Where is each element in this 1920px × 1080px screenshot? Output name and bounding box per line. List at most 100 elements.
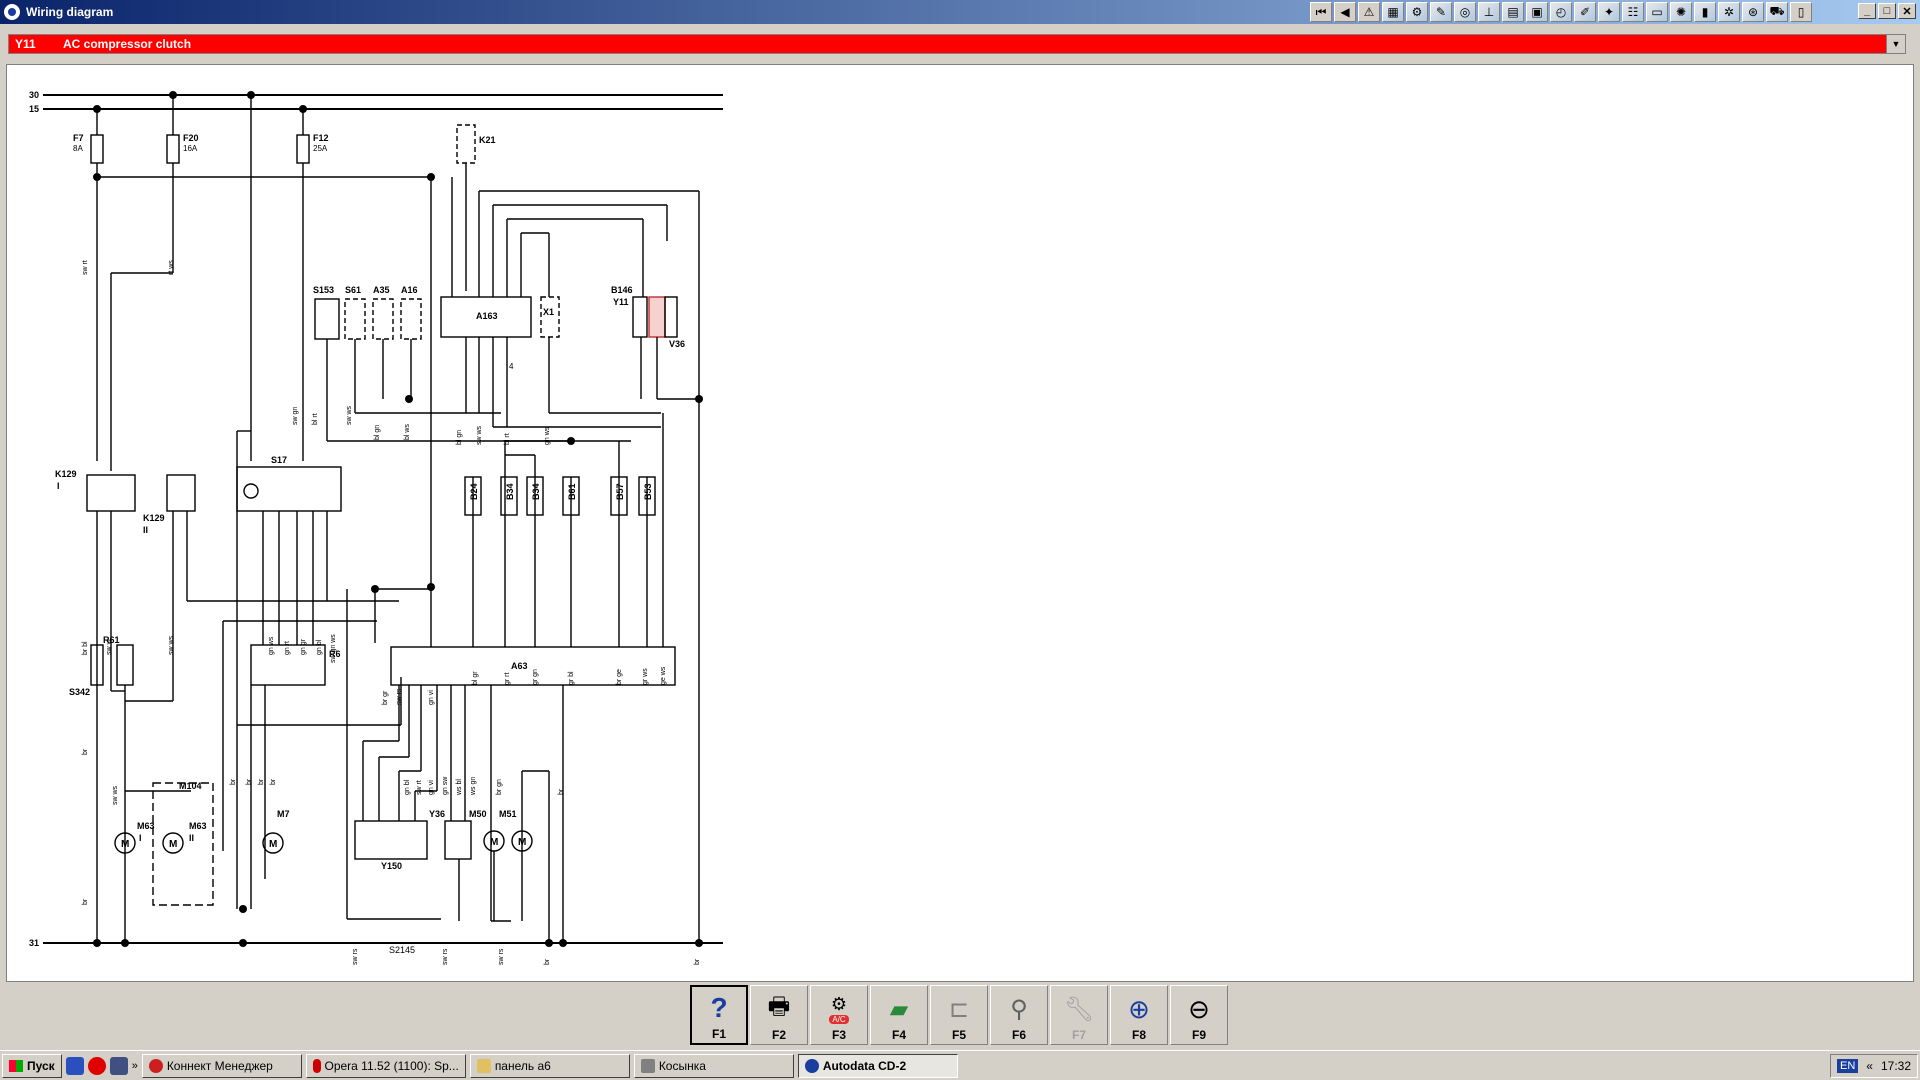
motor-m63-ii-glyph: M bbox=[169, 839, 177, 850]
vehicle-icon[interactable]: ⛟ bbox=[1766, 2, 1788, 22]
wire-label: br bbox=[694, 958, 701, 965]
wire-label: ws gn bbox=[470, 777, 477, 796]
dropdown-arrow-icon[interactable]: ▼ bbox=[1886, 35, 1905, 53]
sensor-labels: B24 B34 B34 B61 B57 B53 bbox=[469, 483, 653, 500]
first-page-icon[interactable]: ⏮ bbox=[1310, 2, 1332, 22]
f6-component-button[interactable]: ⚲ F6 bbox=[990, 985, 1048, 1045]
f4-board-button[interactable]: ▰ F4 bbox=[870, 985, 928, 1045]
valve-block-y150 bbox=[354, 820, 428, 860]
wire-label: br gn bbox=[496, 779, 503, 795]
service-icon[interactable]: ⚙ bbox=[1406, 2, 1428, 22]
windows-logo-icon bbox=[9, 1059, 23, 1072]
help-icon: ? bbox=[710, 992, 728, 1023]
wire-label: sw ws bbox=[112, 785, 119, 805]
start-button[interactable]: Пуск bbox=[2, 1053, 62, 1078]
quicklaunch-desktop-icon[interactable] bbox=[65, 1056, 84, 1075]
fuse-f20-rating: 16A bbox=[183, 144, 198, 153]
back-icon[interactable]: ◀ bbox=[1334, 2, 1356, 22]
valve-y36-label: Y36 bbox=[429, 809, 445, 819]
wire-label: sw ws bbox=[168, 635, 175, 655]
wire-label: gn bl bbox=[404, 779, 411, 795]
note-icon[interactable]: ▯ bbox=[1790, 2, 1812, 22]
fuse-f12 bbox=[296, 134, 310, 164]
rail-30-label: 30 bbox=[29, 90, 39, 100]
wire-label: br bbox=[544, 958, 551, 965]
zoom-out-icon: ⊖ bbox=[1188, 993, 1210, 1024]
wrench-icon: 🔧︎ bbox=[1063, 995, 1095, 1023]
f2-print-button[interactable]: 🖶 F2 bbox=[750, 985, 808, 1045]
component-selector[interactable]: Y11 AC compressor clutch ▼ bbox=[8, 34, 1906, 54]
f1-help-button[interactable]: ? F1 bbox=[690, 985, 748, 1045]
task-folder[interactable]: панель а6 bbox=[469, 1053, 630, 1078]
wire-label: sw vi bbox=[106, 639, 113, 655]
lift-icon[interactable]: ⊥ bbox=[1478, 2, 1500, 22]
clock: 17:32 bbox=[1880, 1059, 1911, 1073]
language-indicator[interactable]: EN bbox=[1837, 1059, 1859, 1073]
cog-icon[interactable]: ✲ bbox=[1718, 2, 1740, 22]
f9-zoom-out-button[interactable]: ⊖ F9 bbox=[1170, 985, 1228, 1045]
sensor-b34-i-label: B34 bbox=[531, 483, 541, 500]
f5-connector-button[interactable]: ⊏ F5 bbox=[930, 985, 988, 1045]
table-icon[interactable]: ☷ bbox=[1622, 2, 1644, 22]
quicklaunch-opera-icon[interactable] bbox=[87, 1056, 106, 1075]
tray-expand-icon[interactable]: « bbox=[1866, 1059, 1873, 1073]
warning-icon[interactable]: ⚠ bbox=[1358, 2, 1380, 22]
close-icon[interactable]: ✕ bbox=[1898, 3, 1916, 19]
wire-label: gn sw bbox=[442, 776, 449, 795]
minimize-icon[interactable]: _ bbox=[1858, 3, 1876, 19]
fuse-f20 bbox=[166, 134, 180, 164]
motor-m51-label: M51 bbox=[499, 809, 517, 819]
engine-icon: ⚙ A/C bbox=[829, 994, 849, 1024]
zoom-in-icon: ⊕ bbox=[1128, 993, 1150, 1024]
sensor-b34-ii-label: B34 bbox=[505, 483, 515, 500]
wire-label: bl rt bbox=[312, 413, 319, 425]
battery-icon[interactable]: ▮ bbox=[1694, 2, 1716, 22]
relay-k129-ii-sub: II bbox=[143, 525, 148, 535]
connect-manager-icon bbox=[148, 1058, 163, 1073]
task-solitaire[interactable]: Косынка bbox=[633, 1053, 794, 1078]
filter-icon[interactable]: ▣ bbox=[1526, 2, 1548, 22]
engine-icon[interactable]: ✦ bbox=[1598, 2, 1620, 22]
wire-label: gn gr bbox=[300, 638, 307, 655]
quicklaunch-more-icon[interactable]: » bbox=[132, 1060, 138, 1072]
module-a163-label: A163 bbox=[476, 311, 498, 321]
wire-label: sw ws bbox=[346, 405, 353, 425]
maximize-icon[interactable]: □ bbox=[1878, 3, 1896, 19]
wire-label: br bbox=[82, 748, 89, 755]
f8-zoom-in-button[interactable]: ⊕ F8 bbox=[1110, 985, 1168, 1045]
function-key-bar: ? F1 🖶 F2 ⚙ A/C F3 ▰ F4 ⊏ F5 ⚲ F6 🔧︎ F7 ⊕… bbox=[690, 985, 1230, 1045]
wire-label: sw rs bbox=[442, 948, 449, 965]
wire-label: gn vi bbox=[428, 690, 435, 705]
wire-label: gn ws bbox=[544, 426, 551, 445]
diagram-icon[interactable]: ▦ bbox=[1382, 2, 1404, 22]
top-toolbar: ⏮ ◀ ⚠ ▦ ⚙ ✎ ◎ ⊥ ▤ ▣ ◴ ✐ ✦ ☷ ▭ ✺ ▮ ✲ ⊛ ⛟ … bbox=[1310, 2, 1812, 22]
sensor-b61-label: B61 bbox=[567, 483, 577, 500]
task-autodata[interactable]: Autodata CD-2 bbox=[797, 1053, 958, 1078]
wire-label: sw rs bbox=[396, 688, 403, 705]
relay-k129-ii bbox=[166, 474, 196, 512]
task-connect-manager[interactable]: Коннект Менеджер bbox=[141, 1053, 302, 1078]
f3-ac-button[interactable]: ⚙ A/C F3 bbox=[810, 985, 868, 1045]
gauge-icon[interactable]: ◴ bbox=[1550, 2, 1572, 22]
opera-icon bbox=[312, 1058, 321, 1073]
f7-tool-button[interactable]: 🔧︎ F7 bbox=[1050, 985, 1108, 1045]
fuse-f7-label: F7 bbox=[73, 133, 84, 143]
connector-x1-label: X1 bbox=[543, 307, 554, 317]
sensor-b57-label: B57 bbox=[615, 483, 625, 500]
tools-icon[interactable]: ✎ bbox=[1430, 2, 1452, 22]
bulb-icon[interactable]: ✺ bbox=[1670, 2, 1692, 22]
transmission-icon[interactable]: ⊛ bbox=[1742, 2, 1764, 22]
car-icon[interactable]: ▭ bbox=[1646, 2, 1668, 22]
quicklaunch-app-icon[interactable] bbox=[109, 1056, 128, 1075]
ac-badge: A/C bbox=[829, 1015, 849, 1024]
wire-label: br bbox=[558, 788, 565, 795]
wheel-icon[interactable]: ◎ bbox=[1454, 2, 1476, 22]
motor-m63-i-glyph: M bbox=[121, 839, 129, 850]
switch-s61-label: S61 bbox=[345, 285, 361, 295]
windows-taskbar: Пуск » Коннект Менеджер Opera 11.52 (110… bbox=[0, 1050, 1920, 1080]
calendar-icon[interactable]: ▤ bbox=[1502, 2, 1524, 22]
task-opera[interactable]: Opera 11.52 (1100): Sp... bbox=[305, 1053, 466, 1078]
diode-v36 bbox=[664, 296, 678, 338]
pen-icon[interactable]: ✐ bbox=[1574, 2, 1596, 22]
wire-label: gr ws bbox=[642, 668, 649, 685]
